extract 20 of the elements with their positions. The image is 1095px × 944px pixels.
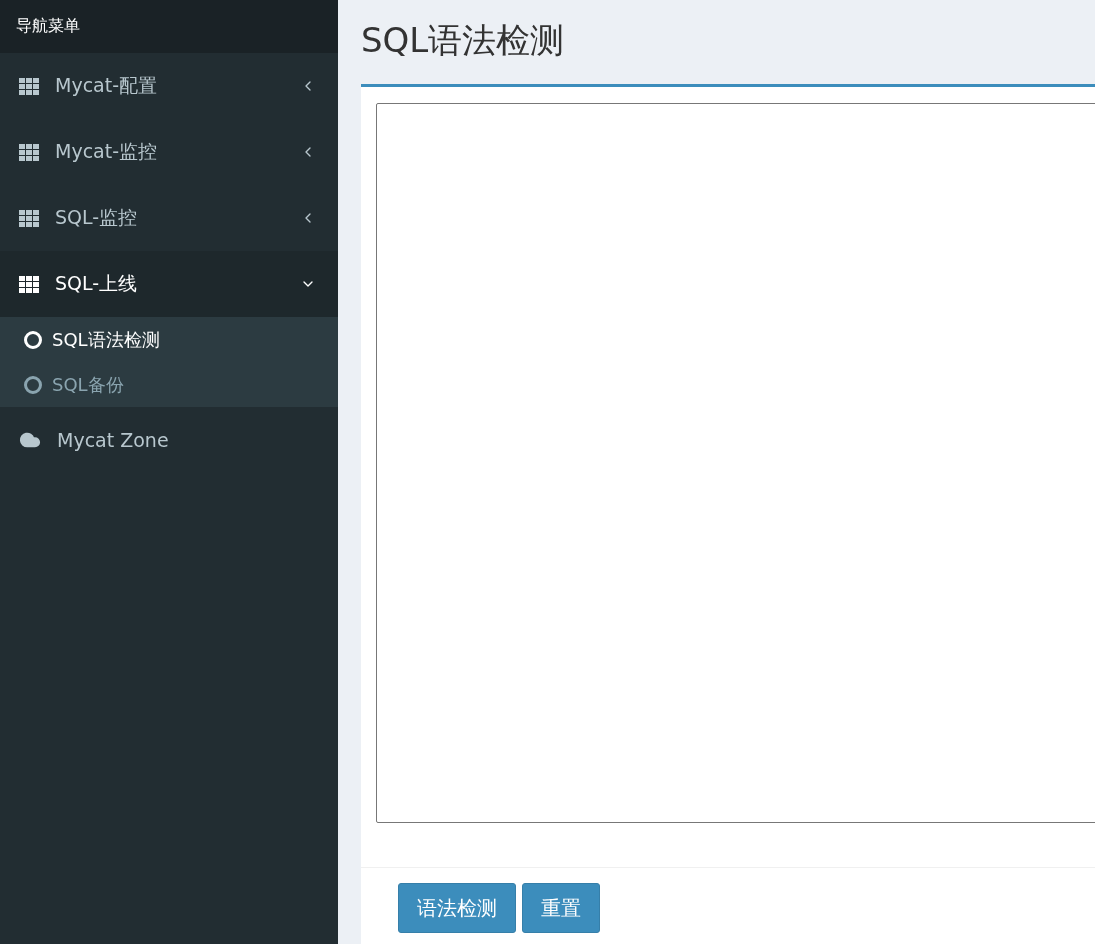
menu-item[interactable]: Mycat-监控 <box>0 119 338 185</box>
menu-item[interactable]: SQL-监控 <box>0 185 338 251</box>
grid-icon <box>19 143 39 161</box>
page-title: SQL语法检测 <box>361 19 565 62</box>
action-button[interactable]: 重置 <box>522 883 600 933</box>
submenu-label: SQL语法检测 <box>52 327 160 352</box>
grid-icon <box>19 209 39 227</box>
grid-icon <box>19 77 39 95</box>
sql-editor[interactable] <box>376 103 1095 823</box>
menu-item[interactable]: SQL-上线 <box>0 251 338 317</box>
grid-icon <box>19 275 39 293</box>
action-button[interactable]: 语法检测 <box>398 883 516 933</box>
circle-icon <box>24 330 42 349</box>
menu-item[interactable]: Mycat-配置 <box>0 53 338 119</box>
circle-icon <box>24 375 42 394</box>
submenu-item[interactable]: SQL备份 <box>0 362 338 407</box>
submenu-label: SQL备份 <box>52 372 124 397</box>
submenu-item[interactable]: SQL语法检测 <box>0 317 338 362</box>
menu-item[interactable]: Mycat Zone <box>0 407 338 473</box>
sidebar-header: 导航菜单 <box>0 0 338 53</box>
